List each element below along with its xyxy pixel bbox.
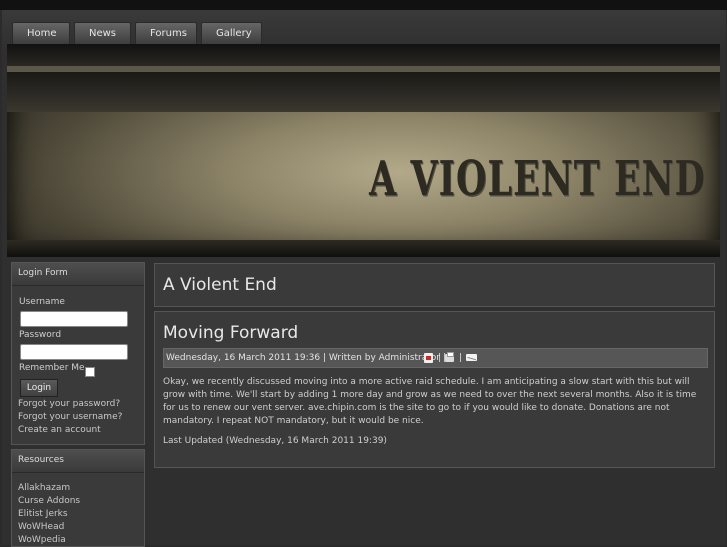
resources-module: Resources Allakhazam Curse Addons Elitis… xyxy=(11,449,145,547)
resource-link[interactable]: Curse Addons xyxy=(18,496,80,506)
forgot-password-link[interactable]: Forgot your password? xyxy=(18,399,120,409)
meta-separator: | xyxy=(438,353,442,363)
username-label: Username xyxy=(19,297,65,307)
site-title-box: A Violent End xyxy=(154,263,715,307)
username-input[interactable] xyxy=(20,311,128,327)
resource-link[interactable]: Elitist Jerks xyxy=(18,509,68,519)
pdf-icon[interactable] xyxy=(424,353,433,363)
login-module: Login Form Username Password Remember Me… xyxy=(11,262,145,445)
email-icon[interactable] xyxy=(466,354,477,361)
nav-item-home[interactable]: Home xyxy=(12,22,70,44)
top-bar xyxy=(0,0,727,10)
login-button[interactable]: Login xyxy=(20,379,58,397)
banner-band xyxy=(7,240,720,257)
article-body: Okay, we recently discussed moving into … xyxy=(163,377,697,426)
print-icon[interactable] xyxy=(445,352,454,362)
forgot-username-link[interactable]: Forgot your username? xyxy=(18,412,122,422)
article-meta-bar: Wednesday, 16 March 2011 19:36 | Written… xyxy=(163,348,708,368)
login-module-title: Login Form xyxy=(12,263,144,286)
meta-separator: | xyxy=(459,353,463,363)
remember-me-checkbox[interactable] xyxy=(85,367,95,377)
site-title: A Violent End xyxy=(163,275,277,295)
banner-band xyxy=(7,72,720,112)
banner-logo-text: A VIOLENT END xyxy=(369,152,706,208)
main-nav: Home News Forums Gallery xyxy=(12,22,262,44)
remember-me-label: Remember Me xyxy=(19,363,85,373)
resources-module-title: Resources xyxy=(12,450,144,473)
article-meta: Wednesday, 16 March 2011 19:36 | Written… xyxy=(166,353,446,363)
article-last-updated: Last Updated (Wednesday, 16 March 2011 1… xyxy=(163,436,387,446)
nav-item-forums[interactable]: Forums xyxy=(135,22,197,44)
nav-item-gallery[interactable]: Gallery xyxy=(201,22,262,44)
resource-link[interactable]: Allakhazam xyxy=(18,483,70,493)
password-input[interactable] xyxy=(20,344,128,360)
resource-link[interactable]: WoWpedia xyxy=(18,535,66,545)
password-label: Password xyxy=(19,330,62,340)
create-account-link[interactable]: Create an account xyxy=(18,425,101,435)
nav-item-news[interactable]: News xyxy=(74,22,131,44)
banner-band xyxy=(7,44,720,66)
header-banner: A VIOLENT END xyxy=(7,44,720,257)
article: Moving Forward Wednesday, 16 March 2011 … xyxy=(154,311,715,468)
resource-link[interactable]: WoWHead xyxy=(18,522,64,532)
article-title[interactable]: Moving Forward xyxy=(163,323,298,343)
